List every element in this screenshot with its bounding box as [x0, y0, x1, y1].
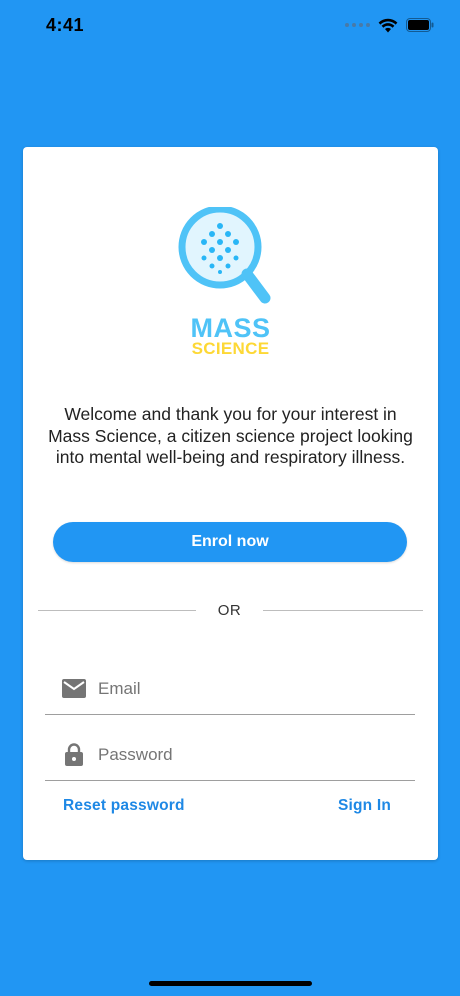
email-field[interactable]: [45, 663, 415, 715]
logo-text-science: SCIENCE: [191, 339, 270, 358]
email-input[interactable]: [98, 678, 415, 699]
password-field[interactable]: [45, 729, 415, 781]
divider-label: OR: [217, 601, 242, 619]
home-indicator[interactable]: [149, 981, 312, 986]
login-screen: 4:41 MASS SCIENCE Welcome and thank you …: [0, 0, 460, 996]
battery-icon: [406, 18, 434, 32]
magnifier-logo-icon: [178, 207, 270, 304]
mail-icon: [45, 679, 98, 698]
status-time: 4:41: [46, 14, 85, 35]
enrol-now-button[interactable]: Enrol now: [53, 522, 407, 562]
welcome-message: Welcome and thank you for your interest …: [48, 404, 413, 467]
signal-icon: [345, 23, 370, 27]
wifi-icon: [378, 18, 398, 32]
status-bar: 4:41: [0, 0, 460, 50]
logo: [23, 207, 438, 307]
password-input[interactable]: [98, 744, 415, 765]
login-card: MASS SCIENCE Welcome and thank you for y…: [23, 147, 438, 860]
reset-password-link[interactable]: Reset password: [63, 797, 185, 815]
lock-icon: [45, 743, 98, 766]
sign-in-button[interactable]: Sign In: [338, 797, 391, 815]
or-divider: OR: [38, 600, 423, 620]
status-icons: [345, 18, 434, 33]
logo-text-mass: MASS: [190, 313, 271, 343]
divider-line-right: [263, 609, 423, 611]
divider-line-left: [38, 609, 196, 611]
